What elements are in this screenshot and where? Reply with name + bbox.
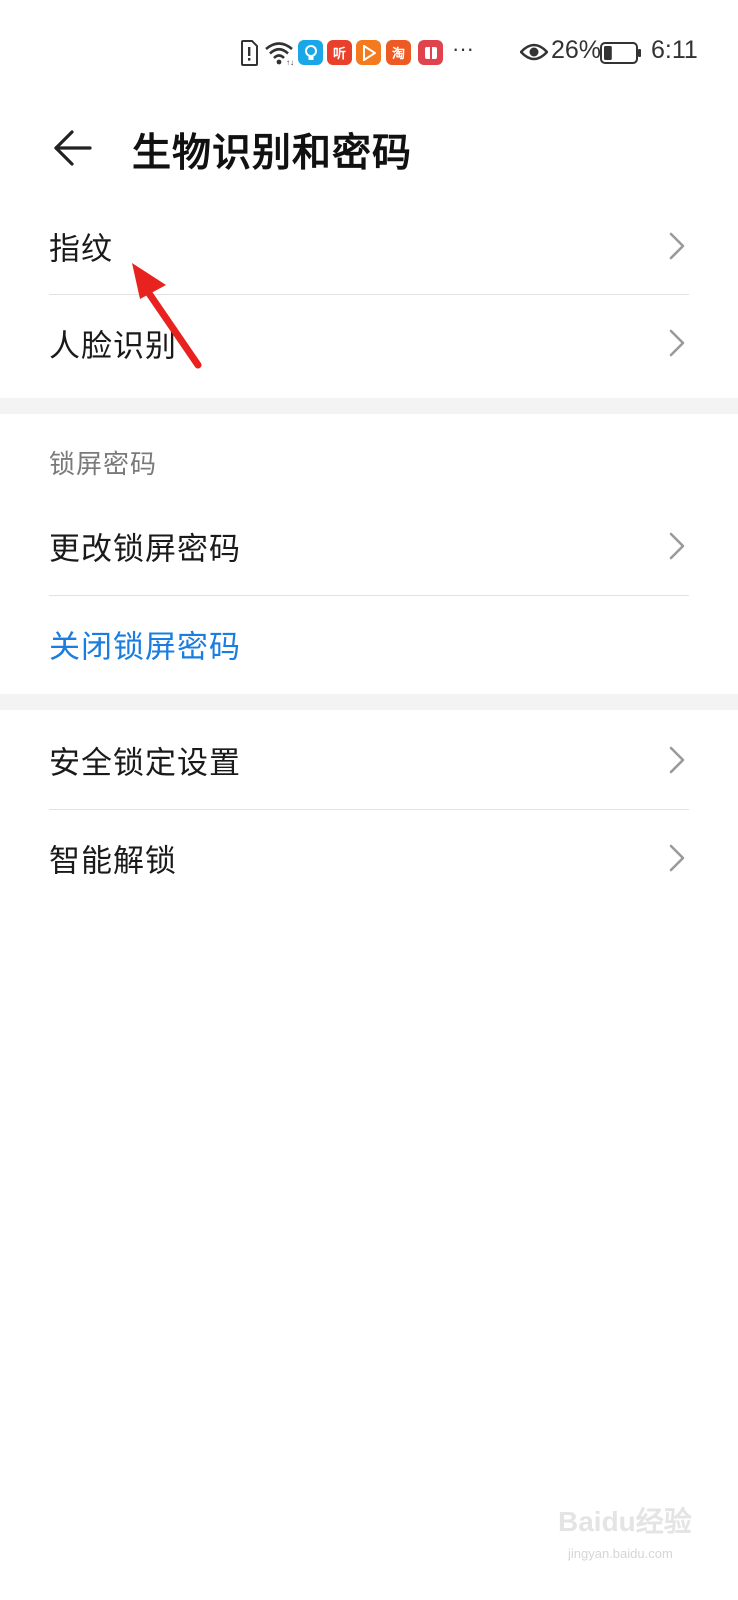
chevron-right-icon bbox=[669, 532, 685, 560]
baidu-watermark: Baidu经验 jingyan.baidu.com bbox=[558, 1492, 708, 1572]
more-notifications-icon: ··· bbox=[452, 36, 474, 61]
chevron-right-icon bbox=[669, 844, 685, 872]
back-button[interactable] bbox=[44, 120, 100, 176]
shopping-app-icon: 淘 bbox=[386, 40, 411, 65]
clock: 6:11 bbox=[651, 36, 698, 64]
section-gap bbox=[0, 694, 738, 710]
section-gap bbox=[0, 398, 738, 414]
security-lock-settings-label: 安全锁定设置 bbox=[49, 745, 241, 782]
disable-lock-password-item[interactable]: 关闭锁屏密码 bbox=[0, 596, 738, 692]
fingerprint-item[interactable]: 指纹 bbox=[0, 198, 738, 294]
section-title-lock-screen: 锁屏密码 bbox=[49, 450, 158, 480]
battery-icon bbox=[600, 42, 642, 64]
annotation-arrow bbox=[132, 263, 202, 369]
eye-comfort-icon bbox=[520, 42, 548, 62]
reader-app-icon bbox=[418, 40, 443, 65]
page-title: 生物识别和密码 bbox=[132, 131, 413, 176]
svg-text:↑↓: ↑↓ bbox=[286, 58, 294, 66]
battery-percent: 26% bbox=[551, 36, 602, 64]
ting-app-icon: 听 bbox=[327, 40, 352, 65]
chevron-right-icon bbox=[669, 232, 685, 260]
fingerprint-label: 指纹 bbox=[49, 231, 113, 268]
wifi-icon: ↑↓ bbox=[264, 40, 296, 66]
change-lock-password-item[interactable]: 更改锁屏密码 bbox=[0, 498, 738, 594]
watermark-text: Baidu经验 bbox=[558, 1506, 692, 1537]
security-lock-settings-item[interactable]: 安全锁定设置 bbox=[0, 712, 738, 808]
back-arrow-icon bbox=[54, 130, 92, 166]
watermark-url: jingyan.baidu.com bbox=[568, 1546, 673, 1561]
smart-unlock-label: 智能解锁 bbox=[49, 843, 177, 880]
sim-alert-icon bbox=[240, 40, 258, 66]
status-bar: ↑↓ 听 淘 ··· 26% 6:11 bbox=[0, 0, 738, 108]
chevron-right-icon bbox=[669, 329, 685, 357]
chevron-right-icon bbox=[669, 746, 685, 774]
idea-app-icon bbox=[298, 40, 323, 65]
app-header: 生物识别和密码 bbox=[0, 108, 738, 188]
face-recognition-item[interactable]: 人脸识别 bbox=[0, 295, 738, 391]
video-app-icon bbox=[356, 40, 381, 65]
smart-unlock-item[interactable]: 智能解锁 bbox=[0, 810, 738, 906]
change-lock-password-label: 更改锁屏密码 bbox=[49, 531, 241, 568]
disable-lock-password-label: 关闭锁屏密码 bbox=[49, 629, 241, 666]
